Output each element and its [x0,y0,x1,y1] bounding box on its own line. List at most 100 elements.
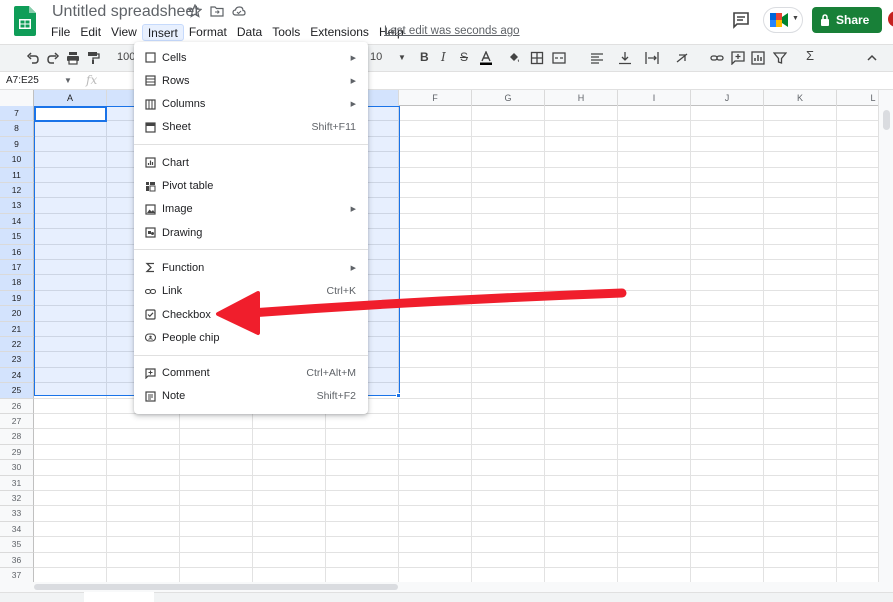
vertical-align-icon[interactable] [618,51,632,65]
chevron-up-icon[interactable] [865,51,879,65]
cloud-status-icon[interactable] [232,4,246,18]
row-header[interactable]: 24 [0,367,34,384]
menu-extensions[interactable]: Extensions [305,24,374,41]
menu-item-people-chip[interactable]: People chip [134,326,368,349]
menu-insert[interactable]: Insert [141,24,184,41]
insert-chart-icon[interactable] [751,51,765,65]
row-header[interactable]: 14 [0,213,34,230]
horizontal-scrollbar[interactable] [0,582,893,592]
menu-item-image[interactable]: Image ▶ [134,198,368,221]
fill-color-icon[interactable] [507,51,521,65]
menu-view[interactable]: View [106,24,142,41]
menu-file[interactable]: File [46,24,75,41]
meet-button[interactable]: ▼ [763,7,803,33]
row-header[interactable]: 11 [0,167,34,183]
filter-icon[interactable] [773,51,787,65]
row-header[interactable]: 29 [0,444,34,461]
column-header[interactable]: A [34,90,107,106]
column-header[interactable]: L [837,90,878,106]
row-header[interactable]: 32 [0,491,34,507]
undo-icon[interactable] [26,51,40,65]
row-header[interactable]: 8 [0,121,34,137]
borders-icon[interactable] [530,51,544,65]
share-button[interactable]: Share [812,7,882,33]
row-header[interactable]: 33 [0,506,34,522]
row-header[interactable]: 37 [0,568,34,582]
row-header[interactable]: 21 [0,321,34,337]
row-header[interactable]: 18 [0,275,34,291]
paint-format-icon[interactable] [86,51,100,65]
print-icon[interactable] [66,51,80,65]
row-header[interactable]: 23 [0,352,34,368]
row-header[interactable]: 25 [0,383,34,399]
document-title[interactable]: Untitled spreadsheet [52,3,199,21]
row-header[interactable]: 10 [0,152,34,168]
row-header[interactable]: 27 [0,414,34,430]
menu-item-columns[interactable]: Columns ▶ [134,93,368,116]
menu-data[interactable]: Data [232,24,267,41]
row-header[interactable]: 31 [0,475,34,491]
insert-comment-icon[interactable] [731,51,745,65]
spreadsheet-grid[interactable]: ABCDEFGHIJKL 789101112131415161718192021… [0,90,878,582]
menu-edit[interactable]: Edit [75,24,106,41]
comment-history-icon[interactable] [732,11,750,29]
sheets-logo-icon[interactable] [14,6,36,36]
move-folder-icon[interactable] [210,4,224,18]
menu-item-cells[interactable]: Cells ▶ [134,46,368,69]
bold-icon[interactable]: B [420,50,429,64]
row-header[interactable]: 7 [0,106,34,122]
vertical-scrollbar[interactable] [878,90,893,582]
row-header[interactable]: 16 [0,244,34,260]
redo-icon[interactable] [46,51,60,65]
row-header[interactable]: 34 [0,521,34,538]
row-header[interactable]: 17 [0,260,34,276]
menu-item-function[interactable]: Function ▶ [134,256,368,279]
menu-tools[interactable]: Tools [267,24,305,41]
font-size-field[interactable]: 10 [370,51,382,63]
row-header[interactable]: 15 [0,229,34,245]
fill-handle[interactable] [396,393,401,398]
sheet-tab[interactable] [84,592,154,602]
text-color-icon[interactable] [479,51,493,65]
vertical-scroll-thumb[interactable] [883,110,890,130]
menu-item-comment[interactable]: Comment Ctrl+Alt+M [134,362,368,385]
avatar[interactable] [888,11,893,27]
menu-item-note[interactable]: Note Shift+F2 [134,385,368,408]
row-header[interactable]: 20 [0,306,34,322]
column-header[interactable]: F [399,90,472,106]
horizontal-align-icon[interactable] [590,51,604,65]
text-rotation-icon[interactable] [675,51,689,65]
text-wrapping-icon[interactable] [645,51,659,65]
italic-icon[interactable]: I [441,50,446,64]
column-header[interactable]: G [472,90,545,106]
row-header[interactable]: 35 [0,537,34,553]
merge-cells-icon[interactable] [552,51,566,65]
menu-item-link[interactable]: Link Ctrl+K [134,280,368,303]
row-header[interactable]: 26 [0,398,34,414]
row-header[interactable]: 19 [0,290,34,307]
active-cell[interactable] [34,106,107,122]
zoom-select[interactable]: 100 [117,51,135,63]
row-header[interactable]: 12 [0,183,34,199]
row-header[interactable]: 13 [0,198,34,214]
strikethrough-icon[interactable]: S [460,50,468,64]
name-box[interactable]: A7:E25 [6,75,39,86]
row-header[interactable]: 28 [0,429,34,445]
menu-item-checkbox[interactable]: Checkbox [134,303,368,326]
column-header[interactable]: H [545,90,618,106]
column-header[interactable]: K [764,90,837,106]
menu-item-chart[interactable]: Chart [134,151,368,174]
horizontal-scroll-thumb[interactable] [34,584,398,590]
star-icon[interactable] [188,4,202,18]
row-header[interactable]: 9 [0,136,34,153]
select-all-corner[interactable] [0,90,34,106]
menu-item-drawing[interactable]: Drawing [134,221,368,244]
column-header[interactable]: I [618,90,691,106]
menu-item-sheet[interactable]: Sheet Shift+F11 [134,116,368,139]
last-edit-link[interactable]: Last edit was seconds ago [384,25,520,37]
row-header[interactable]: 22 [0,337,34,353]
row-header[interactable]: 36 [0,552,34,568]
menu-item-pivot-table[interactable]: Pivot table [134,175,368,198]
row-header[interactable]: 30 [0,460,34,476]
sigma-icon[interactable]: Σ [806,48,814,63]
